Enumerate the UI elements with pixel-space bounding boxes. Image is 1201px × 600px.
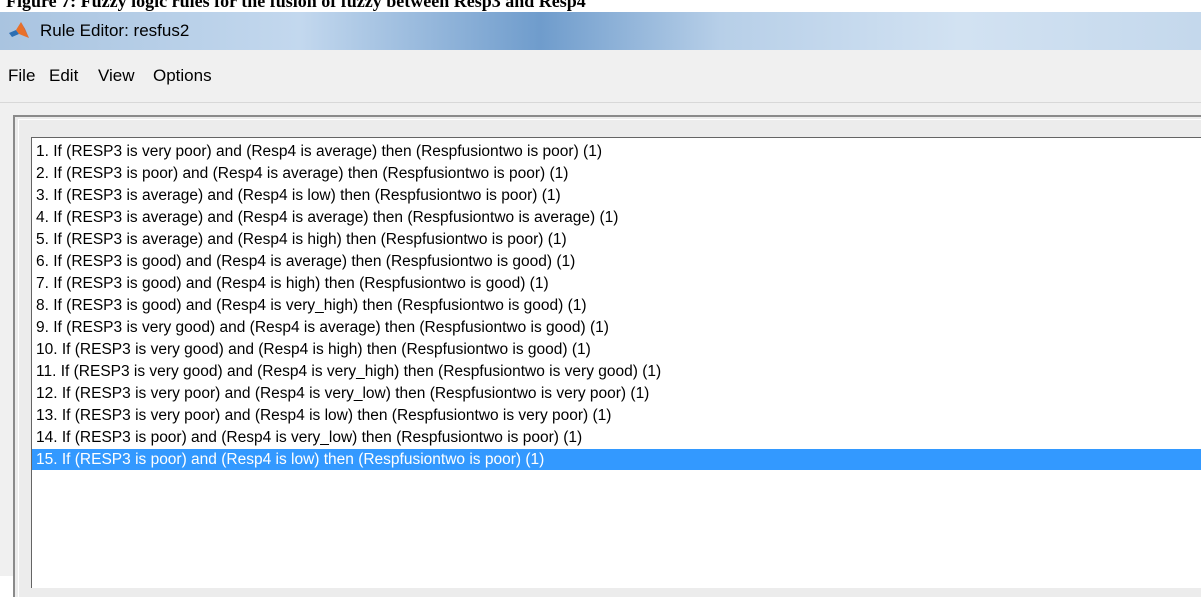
- rule-item[interactable]: 11. If (RESP3 is very good) and (Resp4 i…: [32, 361, 1201, 382]
- rule-item[interactable]: 7. If (RESP3 is good) and (Resp4 is high…: [32, 273, 1201, 294]
- rules-listbox[interactable]: 1. If (RESP3 is very poor) and (Resp4 is…: [31, 137, 1201, 588]
- menu-options[interactable]: Options: [153, 66, 212, 86]
- rule-item[interactable]: 12. If (RESP3 is very poor) and (Resp4 i…: [32, 383, 1201, 404]
- document-caption: Figure 7: Fuzzy logic rules for the fusi…: [0, 0, 1201, 12]
- matlab-logo-icon: [9, 22, 29, 38]
- menu-view[interactable]: View: [98, 66, 135, 86]
- rule-item[interactable]: 10. If (RESP3 is very good) and (Resp4 i…: [32, 339, 1201, 360]
- window-title: Rule Editor: resfus2: [40, 21, 190, 40]
- rule-item[interactable]: 5. If (RESP3 is average) and (Resp4 is h…: [32, 229, 1201, 250]
- rule-item[interactable]: 3. If (RESP3 is average) and (Resp4 is l…: [32, 185, 1201, 206]
- window-titlebar[interactable]: Rule Editor: resfus2: [0, 12, 1201, 50]
- rule-item[interactable]: 2. If (RESP3 is poor) and (Resp4 is aver…: [32, 163, 1201, 184]
- rule-item[interactable]: 6. If (RESP3 is good) and (Resp4 is aver…: [32, 251, 1201, 272]
- rule-item[interactable]: 4. If (RESP3 is average) and (Resp4 is a…: [32, 207, 1201, 228]
- rule-item[interactable]: 8. If (RESP3 is good) and (Resp4 is very…: [32, 295, 1201, 316]
- rule-item[interactable]: 9. If (RESP3 is very good) and (Resp4 is…: [32, 317, 1201, 338]
- caption-text: Figure 7: Fuzzy logic rules for the fusi…: [6, 0, 586, 11]
- rule-item[interactable]: 1. If (RESP3 is very poor) and (Resp4 is…: [32, 141, 1201, 162]
- editor-workspace: 1. If (RESP3 is very poor) and (Resp4 is…: [0, 103, 1201, 600]
- rule-item[interactable]: 13. If (RESP3 is very poor) and (Resp4 i…: [32, 405, 1201, 426]
- menu-edit[interactable]: Edit: [49, 66, 78, 86]
- menu-bar: File Edit View Options: [0, 50, 1201, 103]
- menu-file[interactable]: File: [8, 66, 35, 86]
- rule-item[interactable]: 14. If (RESP3 is poor) and (Resp4 is ver…: [32, 427, 1201, 448]
- rule-item[interactable]: 15. If (RESP3 is poor) and (Resp4 is low…: [32, 449, 1201, 470]
